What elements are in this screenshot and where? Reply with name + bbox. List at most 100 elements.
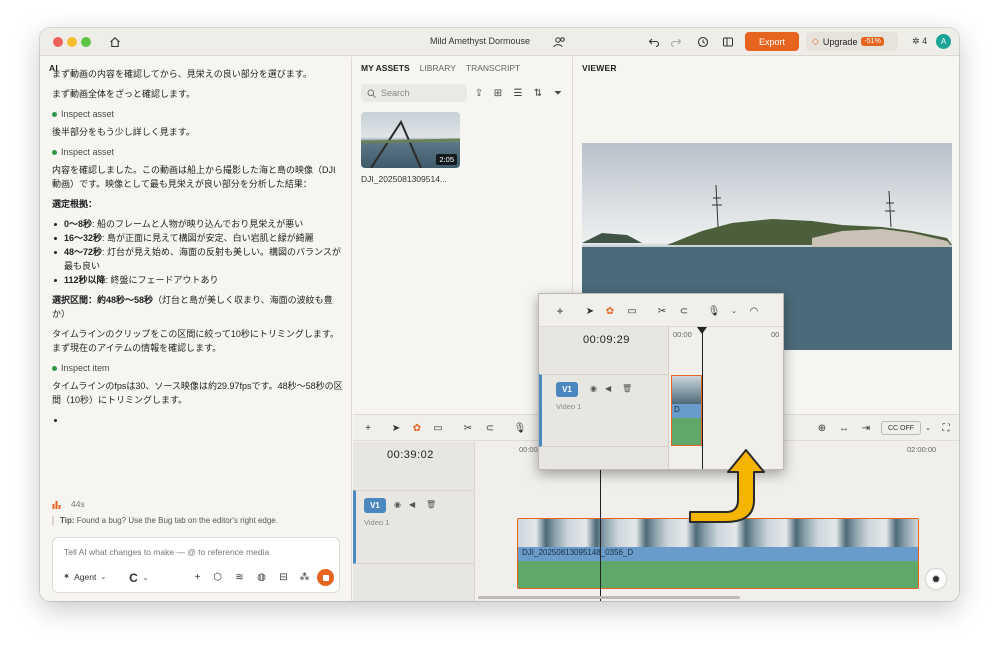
tab-my-assets[interactable]: MY ASSETS [361,63,410,73]
pointer-icon[interactable]: ➤ [389,421,403,435]
collaborators-icon[interactable] [551,34,567,50]
agent-mode-select[interactable]: ✶ Agent ⌄ [63,571,106,582]
bug-icon: ✹ [931,573,941,586]
status-dot-icon [52,365,57,371]
inset-track-name: Video 1 [556,402,582,411]
sparkle-icon: ✲ [912,36,920,46]
add-icon[interactable]: + [361,421,375,435]
close-window-button[interactable] [53,37,63,47]
agent-icon: ✶ [63,571,71,581]
chevron-down-icon: ⌄ [731,308,737,315]
range-label: 16〜32秒 [64,233,103,243]
microphone-icon: 🎙 [707,305,721,317]
clip-name: DJI_20250813095148_0356_D [522,548,634,557]
tip-label: Tip: [60,516,75,525]
callout-arrow-icon [689,449,765,523]
avatar[interactable]: A [936,34,951,49]
range-text: : 終盤にフェードアウトあり [105,275,219,285]
list-item: 48〜72秒: 灯台が見え始め、海面の反射も美しい。構図のバランスが最も良い [52,245,344,273]
history-icon[interactable] [695,34,711,50]
track-header-video1[interactable]: V1 ◉ ◀ 🗑 Video 1 [353,490,475,564]
ruler-label: 00:00 [519,445,538,454]
pointer-icon: ➤ [585,305,595,317]
track-name: Video 1 [364,518,390,527]
microphone-icon[interactable]: 🎙 [513,421,527,435]
trash-icon[interactable]: 🗑 [426,500,436,509]
search-input[interactable]: Search [361,84,467,102]
add-icon[interactable]: + [191,571,204,584]
upload-icon[interactable]: ⇪ [472,86,486,100]
diamond-icon: ◇ [812,36,819,46]
timeline-clip[interactable]: DJI_20250813095148_0356_D [517,518,919,589]
trash-icon: 🗑 [622,384,633,393]
list-view-icon[interactable]: ☰ [511,86,525,100]
eye-icon[interactable]: ◉ [394,500,401,509]
inset-clip: D [671,375,702,446]
chat-message: 内容を確認しました。この動画は船上から撮影した海と島の映像（DJI動画）です。映… [52,165,336,189]
status-dot-icon [52,149,57,155]
project-title[interactable]: Mild Amethyst Dormouse [430,36,530,46]
bug-report-button[interactable]: ✹ [925,568,947,590]
undo-icon[interactable] [646,34,662,50]
prompt-input[interactable]: Tell AI what changes to make — @ to refe… [52,537,340,593]
fullscreen-icon[interactable]: ⛶ [939,421,953,435]
app-window: Mild Amethyst Dormouse Export ◇ Upgrade … [40,28,959,601]
inspect-asset-step[interactable]: Inspect asset [52,145,344,159]
chat-message: 選択区間：約48秒〜58秒（灯台と島が美しく収まり、海面の波紋も豊か） [52,293,344,321]
asset-thumbnail[interactable]: 2:05 [361,112,460,168]
chevron-down-icon[interactable]: ⌄ [921,421,935,435]
captions-toggle[interactable]: CC OFF [881,421,921,435]
list-item: 112秒以降: 終盤にフェードアウトあり [52,273,344,287]
agent-label: Agent [74,571,97,582]
chevron-down-icon[interactable]: ⌄ [139,571,152,584]
speaker-icon[interactable]: ◀ [409,500,415,509]
inspect-item-step[interactable]: Inspect item [52,361,344,375]
add-icon: + [556,304,564,318]
tab-transcript[interactable]: TRANSCRIPT [466,63,520,73]
zoom-window-button[interactable] [81,37,91,47]
magnet-icon: ⊂ [679,305,689,317]
sort-icon[interactable]: ⇅ [531,86,545,100]
waveform-icon[interactable]: ≋ [233,571,246,584]
range-label: 0〜8秒 [64,219,93,229]
slip-icon[interactable]: ▭ [431,421,445,435]
minimize-window-button[interactable] [67,37,77,47]
chat-message: まず動画の内容を確認してから、見栄えの良い部分を選びます。 [52,69,312,79]
new-folder-icon[interactable]: ⊞ [491,86,505,100]
tab-library[interactable]: LIBRARY [420,63,456,73]
chevron-down-icon: ⌄ [100,573,107,581]
scissors-icon: ✂ [657,305,667,317]
redo-icon[interactable] [668,34,684,50]
title-bar: Mild Amethyst Dormouse Export ◇ Upgrade … [40,28,959,56]
scissors-icon[interactable]: ✂ [461,421,475,435]
snap-icon[interactable]: ⇥ [859,421,873,435]
export-button[interactable]: Export [745,32,799,51]
home-icon[interactable] [107,34,123,50]
layout-icon[interactable] [720,34,736,50]
timeline-timecode: 00:39:02 [387,449,434,461]
tip-text: Tip: Found a bug? Use the Bug tab on the… [52,516,278,525]
inset-timecode: 00:09:29 [583,334,630,346]
inspect-asset-step[interactable]: Inspect asset [52,107,344,121]
inspect-label: Inspect asset [61,109,115,119]
asset-name: DJI_2025081309514... [361,174,448,184]
zoom-in-icon[interactable]: ⊕ [815,421,829,435]
fit-width-icon[interactable]: ↔ [837,421,851,435]
credits-indicator[interactable]: ✲ 4 [912,36,927,47]
clip-audio [518,561,918,588]
timeline-scrollbar[interactable] [478,596,740,599]
upgrade-button[interactable]: ◇ Upgrade -51% [806,32,898,51]
ripple-icon[interactable]: ✿ [410,421,424,435]
chat-message: 後半部分をもう少し詳しく見ます。 [52,127,195,137]
track-badge[interactable]: V1 [364,498,386,513]
cube-icon[interactable]: ⬡ [211,571,224,584]
palette-icon[interactable]: ◍ [255,571,268,584]
magnet-icon[interactable]: ⊂ [483,421,497,435]
range-text: : 灯台が見え始め、海面の反射も美しい。構図のバランスが最も良い [64,247,341,271]
credits-count: 4 [922,36,928,46]
stop-button[interactable] [317,569,334,586]
filter-icon[interactable]: ⏷ [551,86,565,100]
book-icon[interactable]: ⊟ [277,571,290,584]
inset-clip-audio [672,418,701,445]
magic-wand-icon[interactable]: ⁂ [298,571,311,584]
